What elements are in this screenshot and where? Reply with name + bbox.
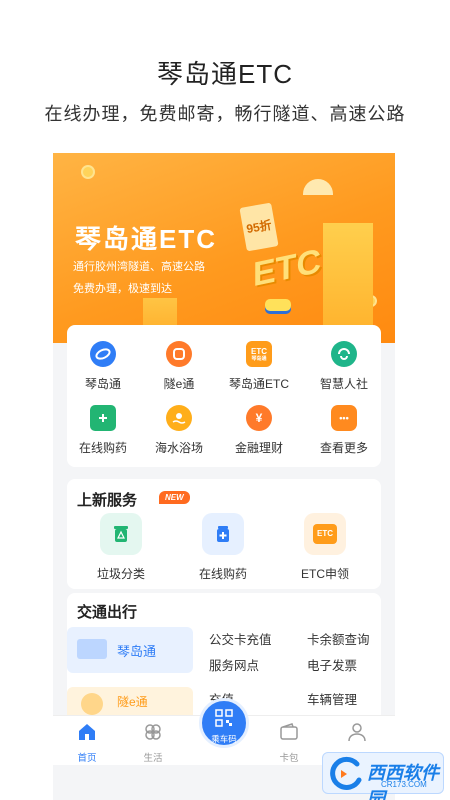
grid-item-tunnel[interactable]: 隧e通: [139, 341, 219, 392]
grid-item-beach[interactable]: 海水浴场: [139, 405, 219, 456]
link-balance-query[interactable]: 卡余额查询: [307, 629, 370, 648]
profile-icon: [348, 723, 366, 742]
discount-tag: 95折: [239, 202, 279, 252]
ride-code-button[interactable]: 乘车码: [199, 698, 249, 748]
etc-banner[interactable]: 95折 ETC 琴岛通ETC 通行胶州湾隧道、高速公路 免费办理，极速到达: [53, 153, 395, 343]
new-services-section: 上新服务 NEW 垃圾分类 在线购药 ETC ETC申领: [67, 479, 381, 589]
app-screen: 95折 ETC 琴岛通ETC 通行胶州湾隧道、高速公路 免费办理，极速到达 琴岛…: [53, 153, 395, 800]
home-icon: [79, 724, 95, 740]
banner-line-2: 免费办理，极速到达: [73, 283, 172, 295]
promo-title: 琴岛通ETC: [156, 59, 293, 89]
service-grid: 琴岛通 隧e通 ETC 琴岛通 琴岛通ETC 智慧人社 在线购药 海水浴场 ¥ …: [67, 325, 381, 467]
section-title: 上新服务: [77, 492, 138, 509]
coin-icon: [81, 165, 95, 179]
watermark-logo-icon: [330, 756, 362, 790]
grid-item-qindaotong[interactable]: 琴岛通: [63, 341, 143, 392]
site-watermark: 西西软件园 CR173.COM: [322, 752, 444, 800]
car-icon: [265, 299, 291, 311]
grid-item-finance[interactable]: ¥ 金融理财: [219, 405, 299, 456]
link-vehicle-management[interactable]: 车辆管理: [307, 689, 357, 708]
section-title: 交通出行: [77, 604, 138, 621]
parachute-icon: [303, 179, 333, 195]
tab-home[interactable]: 首页: [57, 722, 117, 764]
new-badge: NEW: [159, 491, 190, 504]
coin-icon: [81, 693, 103, 715]
card-icon: [77, 639, 107, 659]
grid-item-medicine[interactable]: 在线购药: [63, 405, 143, 456]
link-bus-card-recharge[interactable]: 公交卡充值: [209, 629, 272, 648]
service-trash-sorting[interactable]: 垃圾分类: [73, 513, 169, 582]
etc-3d-text: ETC: [253, 241, 321, 295]
tab-wallet[interactable]: 卡包: [259, 722, 319, 764]
qr-code-icon: [215, 709, 233, 727]
tunnel-icon: [166, 341, 192, 367]
etc-icon: ETC 琴岛通: [246, 341, 272, 367]
tab-life[interactable]: 生活: [123, 722, 183, 764]
wallet-icon: [280, 723, 298, 740]
banner-line-1: 通行胶州湾隧道、高速公路: [73, 261, 205, 273]
more-icon: •••: [331, 405, 357, 431]
trash-sorting-icon: [100, 513, 142, 555]
grid-item-more[interactable]: ••• 查看更多: [304, 405, 384, 456]
promo-subtitle: 在线办理，免费邮寄，畅行隧道、高速公路: [44, 104, 406, 124]
link-service-outlets[interactable]: 服务网点: [209, 655, 259, 674]
qindaotong-icon: [90, 341, 116, 367]
life-icon: [145, 724, 161, 740]
grid-item-etc[interactable]: ETC 琴岛通 琴岛通ETC: [219, 341, 299, 392]
link-e-invoice[interactable]: 电子发票: [307, 655, 357, 674]
banner-title: 琴岛通ETC: [75, 224, 218, 254]
service-etc-apply[interactable]: ETC ETC申领: [277, 513, 373, 582]
medicine-icon: [202, 513, 244, 555]
tile-qindaotong[interactable]: 琴岛通: [67, 627, 193, 673]
service-medicine[interactable]: 在线购药: [175, 513, 271, 582]
finance-icon: ¥: [246, 405, 272, 431]
social-security-icon: [331, 341, 357, 367]
etc-apply-icon: ETC: [304, 513, 346, 555]
grid-item-social-security[interactable]: 智慧人社: [304, 341, 384, 392]
beach-icon: [166, 405, 192, 431]
medicine-icon: [90, 405, 116, 431]
